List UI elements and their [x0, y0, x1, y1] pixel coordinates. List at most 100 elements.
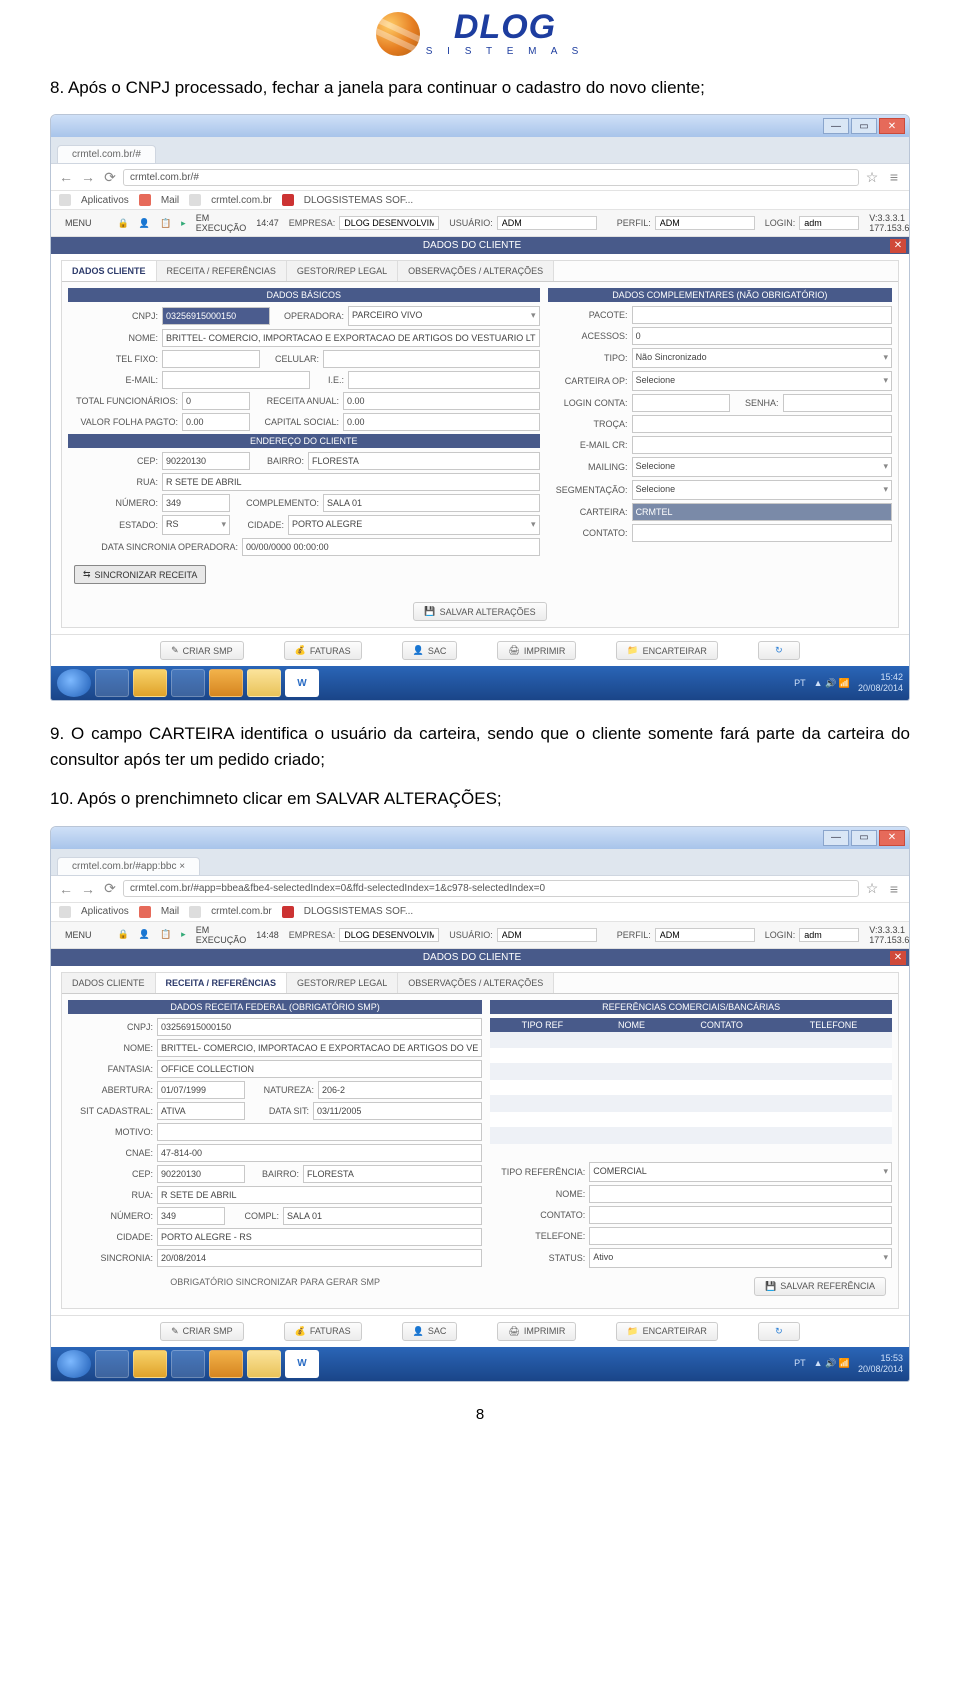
forward-icon[interactable]: → [79, 880, 97, 898]
imprimir-button[interactable]: 🖨IMPRIMIR [497, 641, 576, 660]
cel-input[interactable] [323, 350, 540, 368]
tray-icons[interactable]: ▲ 🔊 📶 [814, 1358, 850, 1369]
menu-button[interactable]: MENU [59, 928, 98, 942]
tab-obs[interactable]: OBSERVAÇÕES / ALTERAÇÕES [398, 973, 554, 993]
mail-icon[interactable] [139, 194, 151, 206]
site-icon[interactable] [189, 194, 201, 206]
tab-gestor[interactable]: GESTOR/REP LEGAL [287, 973, 398, 993]
nome-input[interactable]: BRITTEL- COMERCIO, IMPORTACAO E EXPORTAC… [157, 1039, 482, 1057]
forward-icon[interactable]: → [79, 168, 97, 186]
encarteirar-button[interactable]: 📁ENCARTEIRAR [616, 1322, 718, 1341]
login-field[interactable] [799, 928, 859, 942]
datasit-input[interactable]: 03/11/2005 [313, 1102, 482, 1120]
rua-input[interactable]: R SETE DE ABRIL [162, 473, 540, 491]
sincronizar-receita-button[interactable]: ⇆SINCRONIZAR RECEITA [74, 565, 206, 584]
salvar-alteracoes-button[interactable]: 💾SALVAR ALTERAÇÕES [413, 602, 546, 621]
browser-tab[interactable]: crmtel.com.br/#app:bbc × [57, 857, 200, 875]
reload-icon[interactable]: ⟳ [101, 168, 119, 186]
cnae-input[interactable]: 47-814-00 [157, 1144, 482, 1162]
salvar-referencia-button[interactable]: 💾SALVAR REFERÊNCIA [754, 1277, 886, 1296]
receita-input[interactable]: 0.00 [343, 392, 540, 410]
menu-icon[interactable]: ≡ [885, 168, 903, 186]
sac-button[interactable]: 👤SAC [402, 641, 458, 660]
bookmark-apps[interactable]: Aplicativos [81, 195, 129, 206]
win-max-icon[interactable]: ▭ [851, 830, 877, 846]
login-field[interactable] [799, 216, 859, 230]
refcontato-input[interactable] [589, 1206, 892, 1224]
bookmark-mail[interactable]: Mail [161, 195, 179, 206]
imprimir-button[interactable]: 🖨IMPRIMIR [497, 1322, 576, 1341]
cep-input[interactable]: 90220130 [157, 1165, 245, 1183]
bairro-input[interactable]: FLORESTA [303, 1165, 482, 1183]
capital-input[interactable]: 0.00 [343, 413, 540, 431]
refstatus-select[interactable]: Ativo [589, 1248, 892, 1268]
reftel-input[interactable] [589, 1227, 892, 1245]
tel-input[interactable] [162, 350, 260, 368]
bairro-input[interactable]: FLORESTA [308, 452, 540, 470]
tab-dados-cliente[interactable]: DADOS CLIENTE [62, 261, 157, 281]
table-row[interactable] [490, 1095, 892, 1111]
win-close-icon[interactable]: ✕ [879, 830, 905, 846]
refnome-input[interactable] [589, 1185, 892, 1203]
sac-button[interactable]: 👤SAC [402, 1322, 458, 1341]
win-close-icon[interactable]: ✕ [879, 118, 905, 134]
taskbar-app[interactable] [209, 669, 243, 697]
numero-input[interactable]: 349 [157, 1207, 225, 1225]
acessos-input[interactable]: 0 [632, 327, 892, 345]
datasync-input[interactable]: 00/00/0000 00:00:00 [242, 538, 540, 556]
func-input[interactable]: 0 [182, 392, 250, 410]
yt-icon[interactable] [282, 906, 294, 918]
yt-icon[interactable] [282, 194, 294, 206]
tipo-select[interactable]: Não Sincronizado [632, 348, 892, 368]
abertura-input[interactable]: 01/07/1999 [157, 1081, 245, 1099]
troca-input[interactable] [632, 415, 892, 433]
tray-icons[interactable]: ▲ 🔊 📶 [814, 678, 850, 689]
criar-smp-button[interactable]: ✎CRIAR SMP [160, 641, 244, 660]
senha-input[interactable] [783, 394, 892, 412]
taskbar-explorer-icon[interactable] [247, 669, 281, 697]
taskbar-app[interactable] [95, 1350, 129, 1378]
pacote-input[interactable] [632, 306, 892, 324]
mailing-select[interactable]: Selecione [632, 457, 892, 477]
emailcr-input[interactable] [632, 436, 892, 454]
cidade-input[interactable]: PORTO ALEGRE - RS [157, 1228, 482, 1246]
table-row[interactable] [490, 1047, 892, 1063]
rua-input[interactable]: R SETE DE ABRIL [157, 1186, 482, 1204]
taskbar-app[interactable] [171, 1350, 205, 1378]
carteira-input[interactable]: CRMTEL [632, 503, 892, 521]
panel-close-icon[interactable]: ✕ [890, 951, 906, 965]
encarteirar-button[interactable]: 📁ENCARTEIRAR [616, 641, 718, 660]
tray-lang[interactable]: PT [794, 1358, 806, 1369]
menu-icon[interactable]: ≡ [885, 880, 903, 898]
back-icon[interactable]: ← [57, 880, 75, 898]
table-row[interactable] [490, 1127, 892, 1143]
natureza-input[interactable]: 206-2 [318, 1081, 482, 1099]
folha-input[interactable]: 0.00 [182, 413, 250, 431]
cnpj-input[interactable]: 03256915000150 [162, 307, 270, 325]
site-icon[interactable] [189, 906, 201, 918]
apps-icon[interactable] [59, 906, 71, 918]
criar-smp-button[interactable]: ✎CRIAR SMP [160, 1322, 244, 1341]
bookmark-dlog[interactable]: DLOGSISTEMAS SOF... [304, 195, 413, 206]
contato-input[interactable] [632, 524, 892, 542]
cidade-select[interactable]: PORTO ALEGRE [288, 515, 540, 535]
table-row[interactable] [490, 1079, 892, 1095]
taskbar-word-icon[interactable]: W [285, 1350, 319, 1378]
taskbar-explorer-icon[interactable] [247, 1350, 281, 1378]
win-min-icon[interactable]: — [823, 118, 849, 134]
back-icon[interactable]: ← [57, 168, 75, 186]
sitcad-input[interactable]: ATIVA [157, 1102, 245, 1120]
tab-dados-cliente[interactable]: DADOS CLIENTE [62, 973, 156, 993]
tiporef-select[interactable]: COMERCIAL [589, 1162, 892, 1182]
compl-input[interactable]: SALA 01 [283, 1207, 482, 1225]
nome-input[interactable]: BRITTEL- COMERCIO, IMPORTACAO E EXPORTAC… [162, 329, 540, 347]
taskbar-app[interactable] [209, 1350, 243, 1378]
taskbar-word-icon[interactable]: W [285, 669, 319, 697]
win-max-icon[interactable]: ▭ [851, 118, 877, 134]
address-bar[interactable]: crmtel.com.br/# [123, 169, 859, 186]
loginconta-input[interactable] [632, 394, 730, 412]
bookmark-apps[interactable]: Aplicativos [81, 906, 129, 917]
cep-input[interactable]: 90220130 [162, 452, 250, 470]
mail-icon[interactable] [139, 906, 151, 918]
email-input[interactable] [162, 371, 310, 389]
